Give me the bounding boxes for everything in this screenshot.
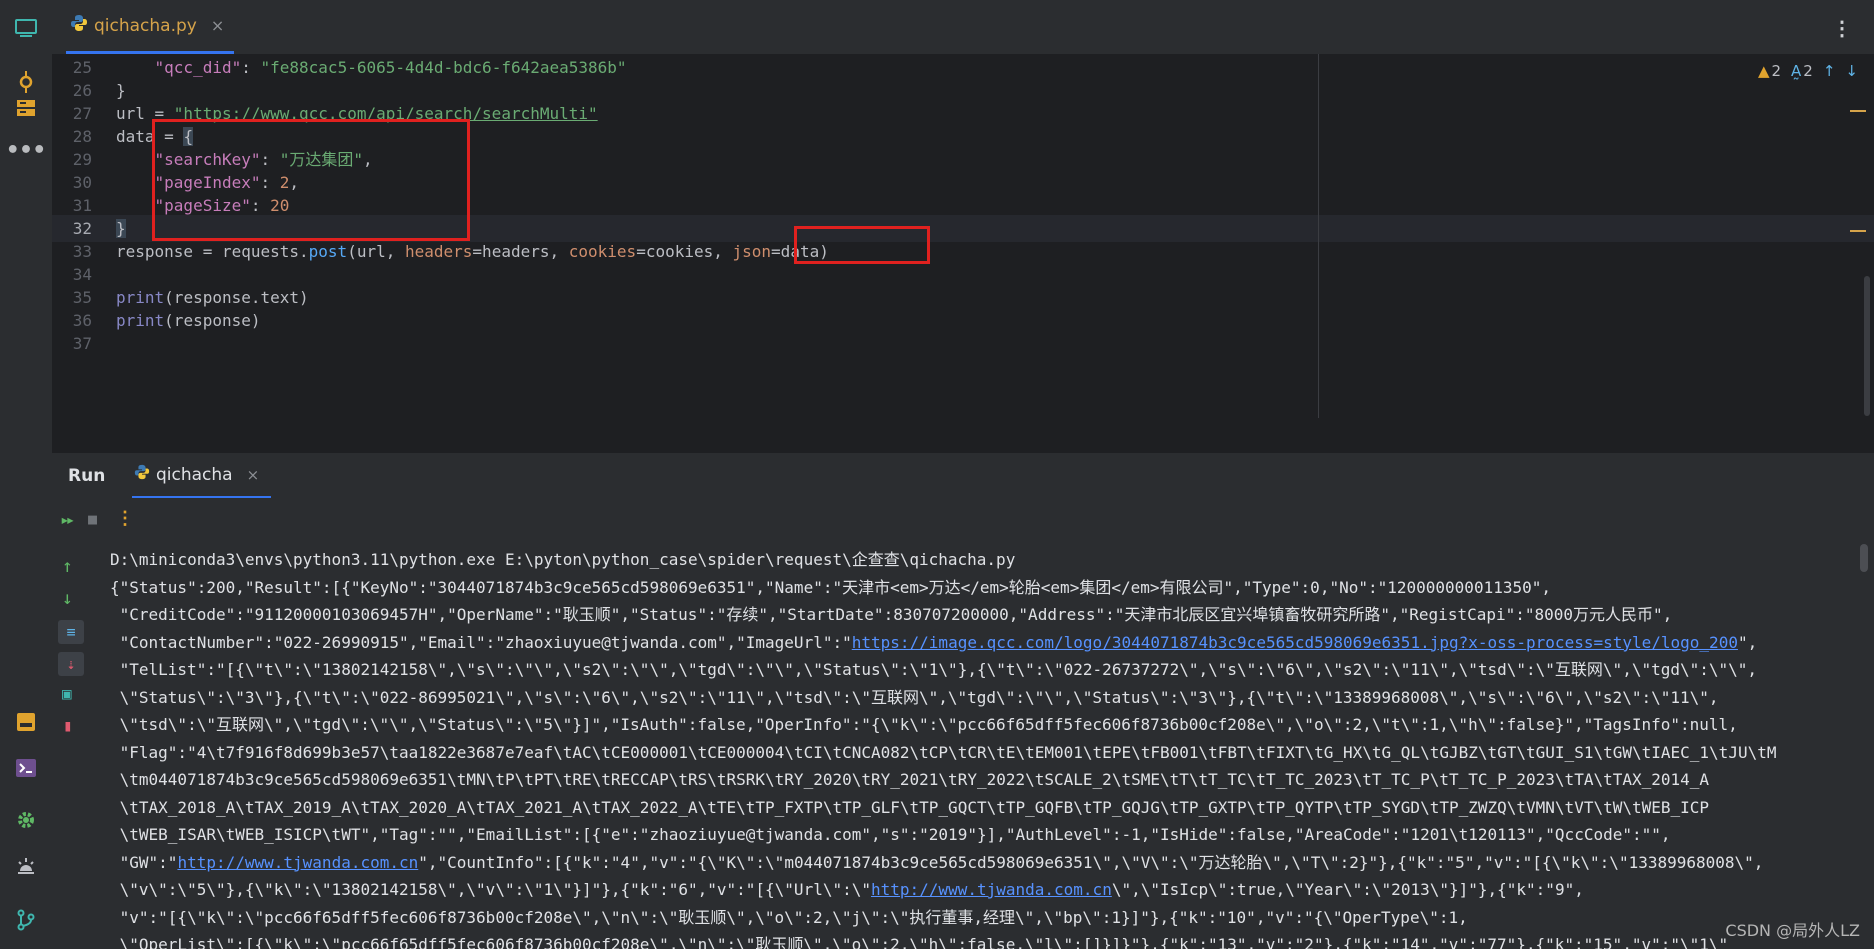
run-side-toolbar: ↑ ↓ ≡ ⇣ ▣ ▮: [52, 544, 92, 949]
code-line-33: response = requests.post(url, headers=he…: [116, 242, 829, 261]
next-highlight-icon[interactable]: ↓: [1845, 62, 1858, 80]
close-tab-icon[interactable]: ×: [211, 16, 224, 35]
console-line: \"v\":\"5\"},{\"k\":\"13802142158\",\"v\…: [110, 880, 1584, 899]
console-line: "GW":"http://www.tjwanda.com.cn","CountI…: [110, 852, 1764, 872]
code-editor[interactable]: 25 26 27 28 29 30 31 32 33 34 35 36 37 "…: [52, 54, 1874, 418]
console-line: \tTAX_2018_A\tTAX_2019_A\tTAX_2020_A\tTA…: [110, 797, 1710, 817]
python-packages-icon[interactable]: [0, 702, 52, 742]
console-output[interactable]: D:\miniconda3\envs\python3.11\python.exe…: [92, 544, 1874, 949]
editor-tab-label: qichacha.py: [94, 15, 197, 36]
console-line: "TelList":"[{\"t\":\"13802142158\",\"s\"…: [110, 660, 1758, 679]
website-link[interactable]: http://www.tjwanda.com.cn: [177, 853, 418, 872]
python-console-icon[interactable]: [0, 748, 52, 788]
structure-icon[interactable]: [0, 88, 52, 128]
project-icon[interactable]: [0, 8, 52, 48]
scrollbar-warning-mark: [1850, 110, 1866, 112]
tool-sidebar: •••: [0, 0, 53, 949]
scroll-to-end-icon[interactable]: ⇣: [58, 652, 84, 676]
console-line: \"Status\":\"3\"},{\"t\":\"022-86995021\…: [110, 687, 1719, 707]
scroll-up-icon[interactable]: ↑: [62, 556, 73, 577]
stop-icon[interactable]: ■: [88, 510, 97, 528]
console-line: "v":"[{\"k\":\"pcc66f65dff5fec606f8736b0…: [110, 907, 1468, 927]
editor-tab-qichacha[interactable]: qichacha.py ×: [66, 0, 235, 54]
console-line: "ContactNumber":"022-26990915","Email":"…: [110, 632, 1758, 652]
run-more-icon[interactable]: ⋮: [116, 508, 134, 529]
watermark: CSDN @局外人LZ: [1725, 921, 1860, 940]
run-toolbar: ▸▸ ■ ⋮: [52, 498, 1874, 544]
console-line: {"Status":200,"Result":[{"KeyNo":"304407…: [110, 577, 1552, 597]
soft-wrap-icon[interactable]: ≡: [58, 620, 84, 644]
editor-options-icon[interactable]: ⋮: [1832, 16, 1852, 40]
console-line: "Flag":"4\t7f916f8d699b3e57\taa1822e3687…: [110, 742, 1777, 762]
close-run-tab-icon[interactable]: ×: [247, 466, 260, 484]
code-line-36: print(response): [116, 311, 261, 330]
clear-all-icon[interactable]: ▮: [63, 716, 73, 735]
console-line: D:\miniconda3\envs\python3.11\python.exe…: [110, 550, 1016, 569]
run-tool-header: Run qichacha ×: [52, 452, 1874, 499]
print-icon[interactable]: ▣: [62, 684, 72, 703]
console-line: \"OperList\":[{\"k\":\"pcc66f65dff5fec60…: [110, 935, 1729, 949]
run-title: Run: [68, 466, 106, 486]
console-line: \tWEB_ISAR\tWEB_ISICP\tWT","Tag":"","Ema…: [110, 825, 1671, 844]
prev-highlight-icon[interactable]: ↑: [1823, 62, 1836, 80]
warning-icon: ▲: [1757, 62, 1770, 80]
git-icon[interactable]: [0, 900, 52, 940]
code-line-25: "qcc_did": "fe88cac5-6065-4d4d-bdc6-f642…: [154, 58, 627, 77]
line-gutter: 25 26 27 28 29 30 31 32 33 34 35 36 37: [52, 54, 116, 418]
annotation-box-json: [794, 226, 930, 264]
scrollbar-warning-mark: [1850, 230, 1866, 232]
run-tab-label: qichacha: [156, 464, 233, 485]
annotation-box-data: [152, 119, 470, 241]
run-tab-qichacha[interactable]: qichacha ×: [132, 453, 272, 499]
console-line: \"tsd\":\"互联网\",\"tgd\":\"\",\"Status\":…: [110, 715, 1738, 734]
python-file-icon: [134, 464, 150, 485]
website-link[interactable]: http://www.tjwanda.com.cn: [871, 880, 1112, 899]
console-line: \tm044071874b3c9ce565cd598069e6351\tMN\t…: [110, 770, 1710, 789]
editor-tab-bar: qichacha.py × ⋮: [52, 0, 1874, 55]
python-file-icon: [70, 14, 88, 37]
editor-scrollbar[interactable]: [1864, 276, 1870, 416]
inspection-widget[interactable]: ▲ 2 A̰ 2 ↑ ↓: [1758, 62, 1858, 80]
problems-icon[interactable]: [0, 846, 52, 886]
console-line: "CreditCode":"91120000103069457H","OperN…: [110, 605, 1673, 624]
typo-icon: A̰: [1791, 62, 1802, 80]
console-scrollbar[interactable]: [1860, 544, 1868, 572]
more-tools-icon[interactable]: •••: [0, 130, 52, 170]
scroll-down-icon[interactable]: ↓: [62, 588, 73, 609]
line-number: 37: [72, 334, 92, 353]
services-icon[interactable]: [0, 800, 52, 840]
image-url-link[interactable]: https://image.qcc.com/logo/3044071874b3c…: [852, 633, 1738, 652]
right-margin-guide: [1318, 54, 1319, 418]
rerun-icon[interactable]: ▸▸: [60, 510, 75, 529]
